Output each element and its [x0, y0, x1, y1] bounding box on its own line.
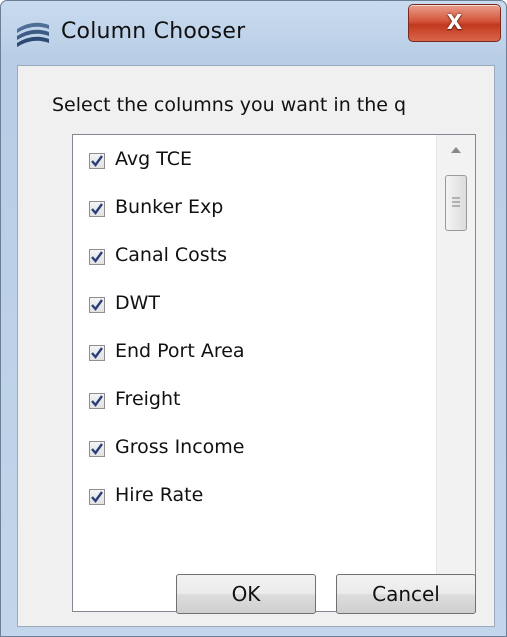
column-checkbox[interactable]	[89, 441, 105, 457]
checkmark-icon	[91, 155, 103, 167]
cancel-button[interactable]: Cancel	[336, 574, 476, 614]
column-item[interactable]: Freight	[73, 381, 433, 429]
column-checkbox[interactable]	[89, 153, 105, 169]
columns-list-items: Avg TCE Bunker Exp Canal Costs DWT End P…	[73, 141, 433, 525]
column-checkbox[interactable]	[89, 249, 105, 265]
app-logo-icon	[17, 22, 49, 47]
close-button[interactable]: X	[408, 4, 501, 42]
column-label: End Port Area	[115, 340, 245, 362]
checkmark-icon	[91, 347, 103, 359]
column-label: Canal Costs	[115, 244, 228, 266]
checkmark-icon	[91, 443, 103, 455]
window-title: Column Chooser	[61, 19, 246, 44]
column-item[interactable]: Avg TCE	[73, 141, 433, 189]
column-chooser-window: Column Chooser X Select the columns you …	[0, 0, 507, 637]
column-item[interactable]: Canal Costs	[73, 237, 433, 285]
grip-icon	[452, 197, 460, 207]
checkmark-icon	[91, 203, 103, 215]
column-item[interactable]: DWT	[73, 285, 433, 333]
column-label: Freight	[115, 388, 181, 410]
scroll-thumb[interactable]	[445, 175, 467, 231]
column-checkbox[interactable]	[89, 297, 105, 313]
title-bar[interactable]: Column Chooser X	[1, 1, 506, 65]
column-checkbox[interactable]	[89, 201, 105, 217]
checkmark-icon	[91, 395, 103, 407]
column-label: Avg TCE	[115, 148, 192, 170]
column-item[interactable]: Hire Rate	[73, 477, 433, 525]
column-label: Bunker Exp	[115, 196, 224, 218]
column-label: Gross Income	[115, 436, 245, 458]
scroll-up-arrow-icon	[451, 147, 461, 153]
checkmark-icon	[91, 251, 103, 263]
column-label: Hire Rate	[115, 484, 204, 506]
dialog-body: Select the columns you want in the q Avg…	[17, 65, 495, 627]
columns-list[interactable]: Avg TCE Bunker Exp Canal Costs DWT End P…	[72, 134, 476, 612]
ok-button[interactable]: OK	[176, 574, 316, 614]
vertical-scrollbar[interactable]	[436, 135, 475, 611]
checkmark-icon	[91, 491, 103, 503]
column-label: DWT	[115, 292, 161, 314]
checkmark-icon	[91, 299, 103, 311]
column-checkbox[interactable]	[89, 393, 105, 409]
column-item[interactable]: End Port Area	[73, 333, 433, 381]
column-checkbox[interactable]	[89, 489, 105, 505]
column-checkbox[interactable]	[89, 345, 105, 361]
column-item[interactable]: Bunker Exp	[73, 189, 433, 237]
scroll-up-button[interactable]	[437, 135, 475, 165]
instruction-text: Select the columns you want in the q	[52, 94, 407, 116]
column-item[interactable]: Gross Income	[73, 429, 433, 477]
